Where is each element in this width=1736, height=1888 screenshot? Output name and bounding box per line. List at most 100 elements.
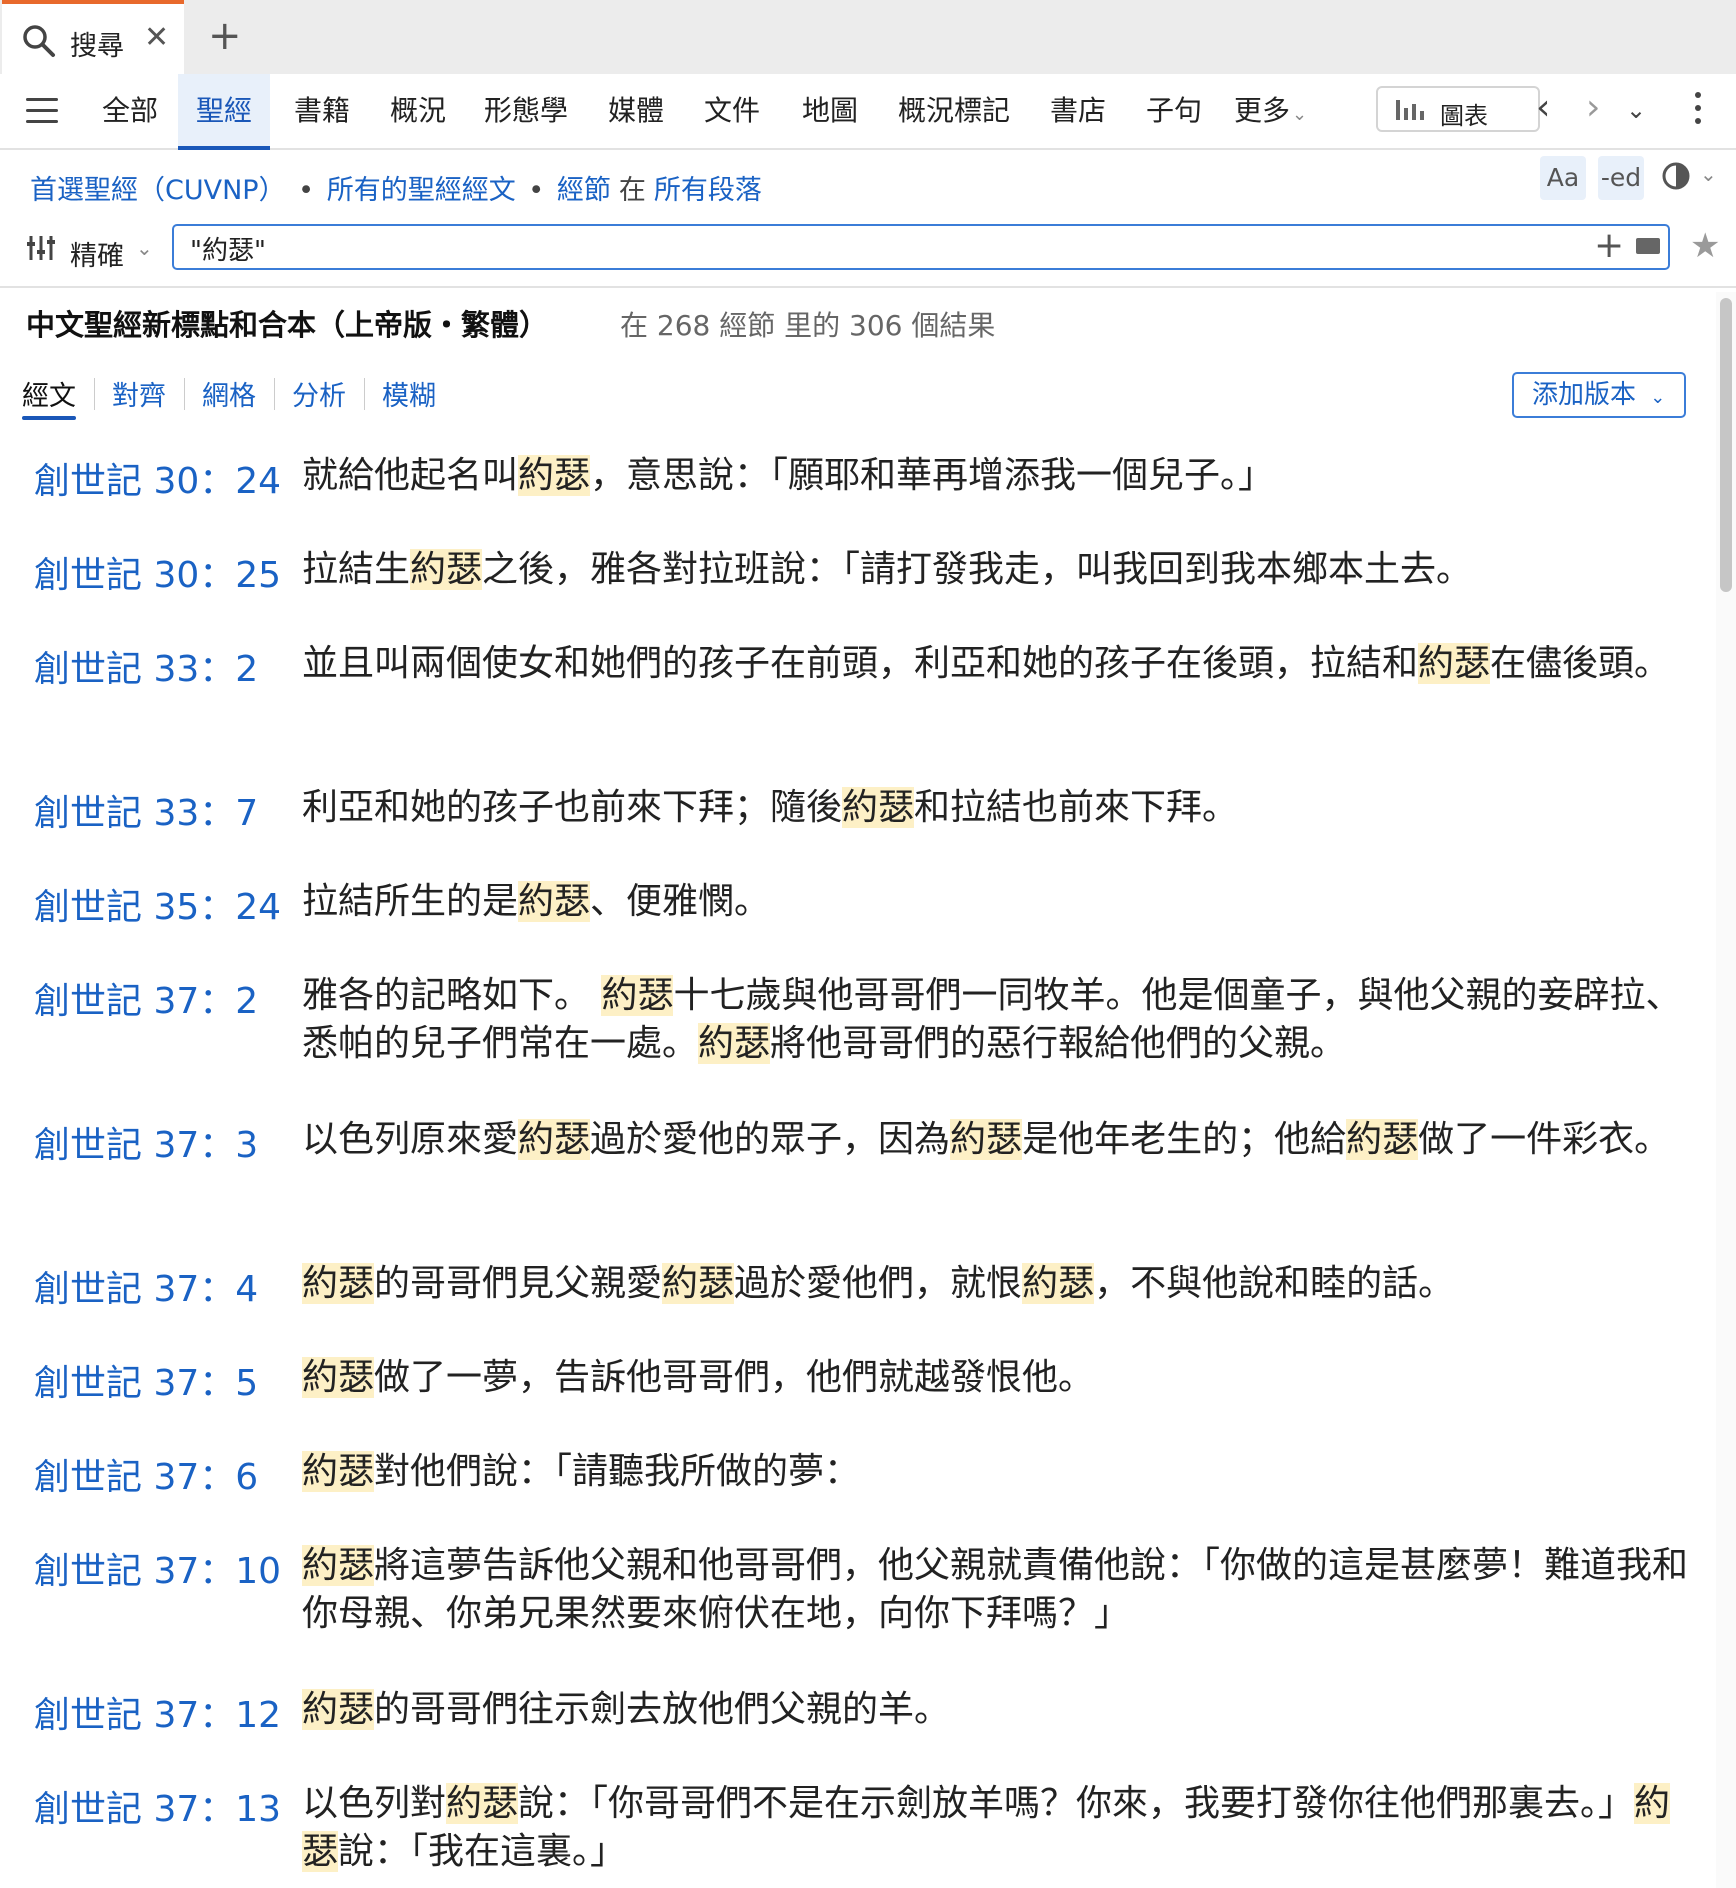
verse-text: 並且叫兩個使女和她們的孩子在前頭，利亞和她的孩子在後頭，拉結和約瑟在儘後頭。 — [302, 643, 1671, 684]
search-hit-highlight[interactable]: 約瑟 — [410, 549, 483, 590]
preferred-bible-link[interactable]: 首選聖經（CUVNP） — [30, 175, 286, 206]
search-hit-highlight[interactable]: 約瑟 — [302, 1263, 375, 1304]
divider — [274, 378, 275, 410]
theme-chevron-icon[interactable]: ⌄ — [1700, 162, 1717, 186]
search-hit-highlight[interactable]: 約瑟 — [950, 1119, 1023, 1160]
divider — [184, 378, 185, 410]
search-icon — [23, 25, 55, 57]
verse-reference-link[interactable]: 創世記 33：2 — [34, 640, 258, 692]
search-hit-highlight[interactable]: 約瑟 — [302, 1545, 375, 1586]
add-version-button[interactable]: 添加版本 ⌄ — [1512, 372, 1686, 418]
tab-analysis[interactable]: 分析 — [292, 374, 346, 413]
verse-reference-link[interactable]: 創世記 37：2 — [34, 972, 258, 1024]
tab-fuzzy[interactable]: 模糊 — [382, 374, 436, 413]
nav-tab-morphology[interactable]: 形態學 — [484, 74, 568, 148]
verse-reference-link[interactable]: 創世記 37：10 — [34, 1542, 281, 1594]
where-link[interactable]: 所有段落 — [654, 175, 762, 206]
close-tab-icon[interactable]: ✕ — [144, 20, 169, 55]
search-input[interactable] — [188, 230, 1552, 266]
search-hit-highlight[interactable]: 約瑟 — [1346, 1119, 1419, 1160]
chevron-down-icon: ⌄ — [1292, 104, 1308, 125]
search-hit-highlight[interactable]: 約瑟 — [601, 975, 674, 1016]
search-hit-highlight[interactable]: 約瑟 — [1022, 1263, 1095, 1304]
search-hit-highlight[interactable]: 約瑟 — [518, 455, 591, 496]
nav-tab-store[interactable]: 書店 — [1050, 74, 1106, 148]
search-tab[interactable]: 搜尋 ✕ — [2, 0, 184, 74]
search-hit-highlight[interactable]: 約瑟 — [698, 1023, 771, 1064]
chevron-down-icon: ⌄ — [1650, 387, 1666, 408]
match-mode-label[interactable]: 精確 — [70, 234, 124, 273]
verse-reference-link[interactable]: 創世記 30：24 — [34, 452, 281, 504]
favorite-star-icon[interactable]: ★ — [1690, 226, 1720, 266]
tab-text[interactable]: 經文 — [22, 374, 76, 420]
nav-tab-overview-tags[interactable]: 概況標記 — [898, 74, 1010, 148]
forward-arrow-icon[interactable]: › — [1586, 88, 1600, 128]
search-hit-highlight[interactable]: 約瑟 — [662, 1263, 735, 1304]
chevron-down-icon[interactable]: ⌄ — [136, 236, 153, 260]
search-hit-highlight[interactable]: 約瑟 — [302, 1451, 375, 1492]
nav-tab-bible[interactable]: 聖經 — [178, 74, 271, 150]
verse-text: 就給他起名叫約瑟，意思說：「願耶和華再增添我一個兒子。」 — [302, 455, 1275, 496]
new-tab-button[interactable]: + — [208, 14, 242, 58]
search-hit-highlight[interactable]: 約瑟 — [842, 787, 915, 828]
nav-bar: 全部 聖經 書籍 概況 形態學 媒體 文件 地圖 概況標記 書店 子句 更多 ⌄ … — [0, 74, 1736, 150]
back-arrow-icon[interactable]: ‹ — [1536, 88, 1550, 128]
verse-text: 約瑟的哥哥們見父親愛約瑟過於愛他們，就恨約瑟，不與他說和睦的話。 — [302, 1263, 1455, 1304]
chart-button-label: 圖表 — [1440, 102, 1488, 130]
tab-grid[interactable]: 網格 — [202, 374, 256, 413]
hamburger-menu-icon[interactable] — [26, 98, 58, 124]
verse-reference-link[interactable]: 創世記 37：3 — [34, 1116, 258, 1168]
verse-reference-link[interactable]: 創世記 30：25 — [34, 546, 281, 598]
theme-icon[interactable] — [1660, 160, 1692, 192]
nav-tab-all[interactable]: 全部 — [102, 74, 158, 148]
nav-tab-more[interactable]: 更多 ⌄ — [1234, 74, 1307, 148]
font-size-button[interactable]: Aa — [1540, 156, 1586, 200]
nav-tab-documents[interactable]: 文件 — [704, 74, 760, 148]
verse-reference-link[interactable]: 創世記 37：5 — [34, 1354, 258, 1406]
tab-strip: 搜尋 ✕ + — [0, 0, 1736, 74]
search-hit-highlight[interactable]: 約瑟 — [302, 1357, 375, 1398]
verse-text: 利亞和她的孩子也前來下拜；隨後約瑟和拉結也前來下拜。 — [302, 787, 1239, 828]
verse-reference-link[interactable]: 創世記 37：12 — [34, 1686, 281, 1738]
verse-text: 約瑟的哥哥們往示劍去放他們父親的羊。 — [302, 1689, 951, 1730]
verse-text: 雅各的記略如下。 約瑟十七歲與他哥哥們一同牧羊。他是個童子，與他父親的妾辟拉、悉… — [302, 975, 1682, 1064]
verse-reference-link[interactable]: 創世記 33：7 — [34, 784, 258, 836]
add-version-label: 添加版本 — [1532, 380, 1637, 410]
verse-reference-link[interactable]: 創世記 37：13 — [34, 1780, 281, 1832]
nav-tab-clauses[interactable]: 子句 — [1146, 74, 1202, 148]
range-link[interactable]: 所有的聖經經文 — [327, 175, 516, 206]
verse-text: 約瑟做了一夢，告訴他哥哥們，他們就越發恨他。 — [302, 1357, 1095, 1398]
search-hit-highlight[interactable]: 約瑟 — [518, 881, 591, 922]
verse-reference-link[interactable]: 創世記 35：24 — [34, 878, 281, 930]
keyboard-icon[interactable] — [1636, 238, 1660, 254]
verse-text: 拉結所生的是約瑟、便雅憫。 — [302, 881, 771, 922]
inflection-button[interactable]: -ed — [1598, 156, 1644, 200]
search-hit-highlight[interactable]: 約瑟 — [446, 1783, 519, 1824]
tab-align[interactable]: 對齊 — [112, 374, 166, 413]
nav-tab-overview[interactable]: 概況 — [390, 74, 446, 148]
result-count: 在 268 經節 里的 306 個結果 — [620, 309, 996, 342]
search-hit-highlight[interactable]: 約瑟 — [302, 1689, 375, 1730]
search-hit-highlight[interactable]: 約瑟 — [518, 1119, 591, 1160]
nav-tab-maps[interactable]: 地圖 — [802, 74, 858, 148]
search-box: + — [172, 224, 1670, 270]
search-hit-highlight[interactable]: 約瑟 — [1418, 643, 1491, 684]
chart-button[interactable]: 圖表 — [1376, 86, 1540, 132]
nav-tab-books[interactable]: 書籍 — [294, 74, 350, 148]
scope-separator: • — [528, 175, 545, 206]
verse-text: 以色列對約瑟說：「你哥哥們不是在示劍放羊嗎？你來，我要打發你往他們那裏去。」約瑟… — [302, 1783, 1671, 1872]
tab-title: 搜尋 — [70, 31, 124, 62]
divider — [0, 286, 1736, 288]
add-term-icon[interactable]: + — [1594, 226, 1624, 266]
divider — [94, 378, 95, 410]
history-chevron-icon[interactable]: ⌄ — [1626, 90, 1646, 130]
nav-tab-media[interactable]: 媒體 — [608, 74, 664, 148]
verse-reference-link[interactable]: 創世記 37：6 — [34, 1448, 258, 1500]
filter-sliders-icon[interactable] — [26, 234, 56, 262]
verse-text: 拉結生約瑟之後，雅各對拉班說：「請打發我走，叫我回到我本鄉本土去。 — [302, 549, 1473, 590]
verse-text: 約瑟對他們說：「請聽我所做的夢： — [302, 1451, 861, 1492]
scrollbar-thumb[interactable] — [1720, 298, 1732, 592]
unit-link[interactable]: 經節 — [557, 175, 611, 206]
more-options-icon[interactable] — [1694, 92, 1702, 128]
verse-reference-link[interactable]: 創世記 37：4 — [34, 1260, 258, 1312]
